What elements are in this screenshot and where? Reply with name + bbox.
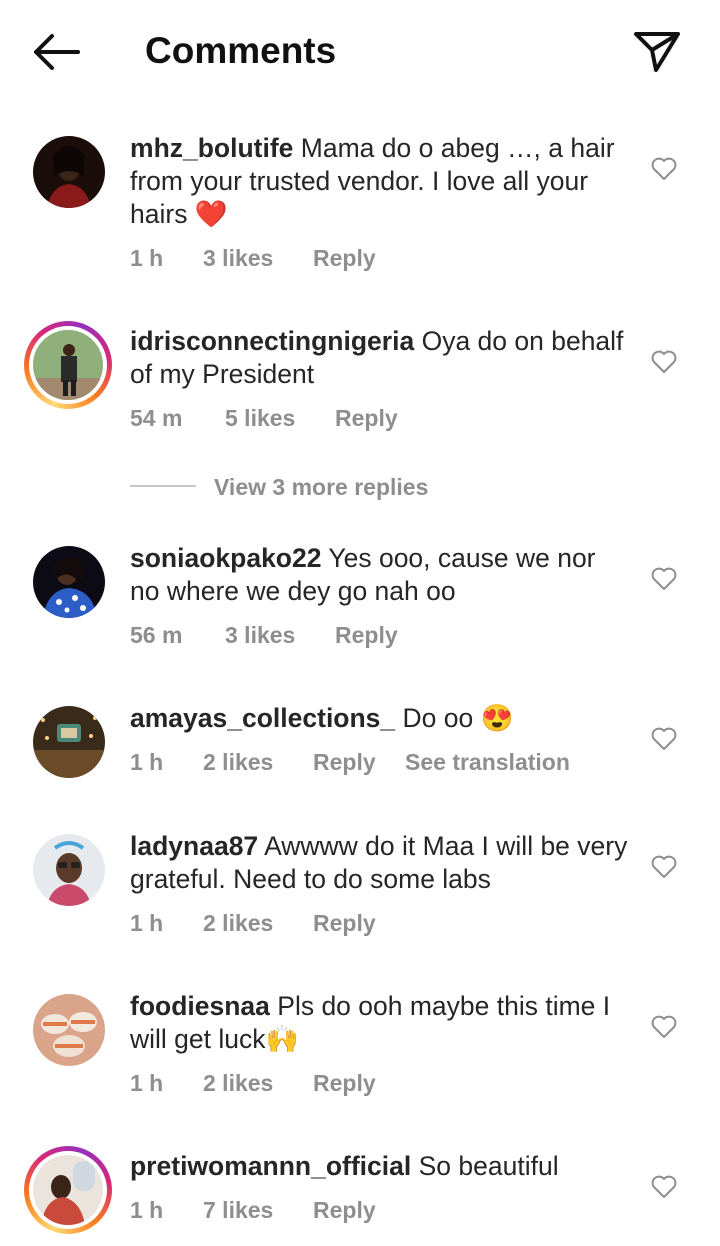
comment-text: foodiesnaa Pls do ooh maybe this time I … xyxy=(130,990,630,1056)
comment-meta: 1 h 7 likes Reply xyxy=(130,1195,376,1225)
comment-text: mhz_bolutife Mama do o abeg …, a hair fr… xyxy=(130,132,630,231)
reply-button[interactable]: Reply xyxy=(313,908,376,938)
view-more-replies-label[interactable]: View 3 more replies xyxy=(214,472,428,502)
raising-hands-emoji: 🙌 xyxy=(265,1024,299,1054)
comment-text: idrisconnectingnigeria Oya do on behalf … xyxy=(130,325,630,391)
heart-outline-icon[interactable] xyxy=(651,350,677,374)
comment-likes[interactable]: 5 likes xyxy=(225,403,335,433)
comment-time: 1 h xyxy=(130,245,164,271)
comment-username[interactable]: amayas_collections_ xyxy=(130,703,395,733)
comment-likes[interactable]: 2 likes xyxy=(203,908,313,938)
see-translation-link[interactable]: See translation xyxy=(405,747,570,777)
comment-text: pretiwomannn_official So beautiful xyxy=(130,1150,630,1183)
comment-meta: 56 m 3 likes Reply xyxy=(130,620,398,650)
comment-meta: 1 h 2 likes Reply See translation xyxy=(130,747,570,777)
page-title: Comments xyxy=(145,30,337,71)
comment-username[interactable]: pretiwomannn_official xyxy=(130,1151,411,1181)
comment-time: 1 h xyxy=(130,1070,164,1096)
heart-outline-icon[interactable] xyxy=(651,567,677,591)
comment-time: 1 h xyxy=(130,910,164,936)
comment-username[interactable]: foodiesnaa xyxy=(130,991,270,1021)
comment-time: 1 h xyxy=(130,1197,164,1223)
comment-likes[interactable]: 3 likes xyxy=(225,620,335,650)
reply-button[interactable]: Reply xyxy=(335,620,398,650)
comment-likes[interactable]: 3 likes xyxy=(203,243,313,273)
divider-line xyxy=(130,485,196,487)
reply-button[interactable]: Reply xyxy=(313,1068,376,1098)
avatar[interactable] xyxy=(33,834,105,906)
comment-username[interactable]: mhz_bolutife xyxy=(130,133,293,163)
heart-outline-icon[interactable] xyxy=(651,727,677,751)
avatar-story-ring[interactable] xyxy=(24,1146,112,1234)
paper-plane-icon[interactable] xyxy=(630,26,682,76)
comment-meta: 1 h 3 likes Reply xyxy=(130,243,376,273)
back-arrow-icon[interactable] xyxy=(28,28,84,76)
reply-button[interactable]: Reply xyxy=(313,1195,376,1225)
reply-button[interactable]: Reply xyxy=(313,747,405,777)
comment-username[interactable]: ladynaa87 xyxy=(130,831,258,861)
avatar[interactable] xyxy=(33,706,105,778)
red-heart-emoji: ❤️ xyxy=(194,199,228,229)
comment-text: ladynaa87 Awwww do it Maa I will be very… xyxy=(130,830,630,896)
top-bar: Comments xyxy=(0,0,720,100)
comment-text: soniaokpako22 Yes ooo, cause we nor no w… xyxy=(130,542,630,608)
comment-username[interactable]: soniaokpako22 xyxy=(130,543,321,573)
avatar[interactable] xyxy=(33,136,105,208)
heart-outline-icon[interactable] xyxy=(651,1015,677,1039)
comment-time: 1 h xyxy=(130,749,164,775)
comment-body: Do oo xyxy=(402,703,474,733)
heart-eyes-emoji: 😍 xyxy=(480,703,514,733)
comment-username[interactable]: idrisconnectingnigeria xyxy=(130,326,414,356)
comment-meta: 1 h 2 likes Reply xyxy=(130,908,376,938)
comment-body: So beautiful xyxy=(418,1151,559,1181)
comment-text: amayas_collections_ Do oo 😍 xyxy=(130,702,630,735)
avatar-story-ring[interactable] xyxy=(24,321,112,409)
heart-outline-icon[interactable] xyxy=(651,157,677,181)
avatar[interactable] xyxy=(33,546,105,618)
comment-meta: 1 h 2 likes Reply xyxy=(130,1068,376,1098)
comment-likes[interactable]: 2 likes xyxy=(203,747,313,777)
reply-button[interactable]: Reply xyxy=(335,403,398,433)
heart-outline-icon[interactable] xyxy=(651,855,677,879)
comment-time: 56 m xyxy=(130,622,183,648)
heart-outline-icon[interactable] xyxy=(651,1175,677,1199)
comment-likes[interactable]: 2 likes xyxy=(203,1068,313,1098)
avatar[interactable] xyxy=(33,994,105,1066)
comment-meta: 54 m 5 likes Reply xyxy=(130,403,398,433)
comment-time: 54 m xyxy=(130,405,183,431)
comment-likes[interactable]: 7 likes xyxy=(203,1195,313,1225)
reply-button[interactable]: Reply xyxy=(313,243,376,273)
